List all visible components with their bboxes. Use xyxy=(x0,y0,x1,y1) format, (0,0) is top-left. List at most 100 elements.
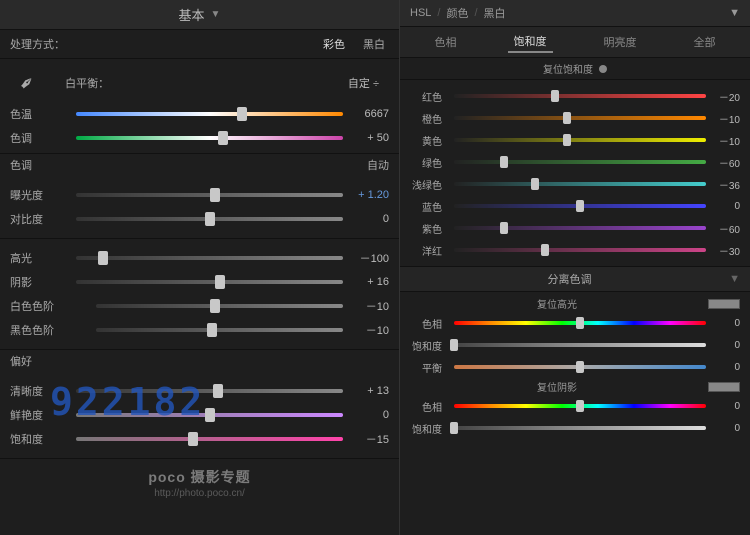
balance-slider[interactable] xyxy=(454,361,706,373)
saturation-row: 饱和度 －15 xyxy=(10,428,389,450)
shadow-sat-thumb[interactable] xyxy=(450,422,458,434)
exposure-thumb[interactable] xyxy=(210,188,220,202)
right-panel: HSL / 颜色 / 黑白 ▼ 色相 饱和度 明亮度 全部 复位饱和度 红色 －… xyxy=(400,0,750,535)
shadow-sat-slider[interactable] xyxy=(454,422,706,434)
wb-value[interactable]: 自定 ÷ xyxy=(348,75,379,91)
balance-thumb[interactable] xyxy=(576,361,584,373)
temp-row: 色温 6667 xyxy=(10,103,389,125)
channel-green: 绿色 －60 xyxy=(410,152,740,172)
temp-thumb[interactable] xyxy=(237,107,247,121)
channel-orange-slider[interactable] xyxy=(454,112,706,124)
tint-value: + 50 xyxy=(349,132,389,144)
highlights-track xyxy=(76,256,343,260)
vibrance-slider[interactable] xyxy=(76,408,343,422)
channel-magenta-value: －30 xyxy=(712,243,740,258)
tab-all[interactable]: 全部 xyxy=(688,32,722,52)
hsl-section-header: HSL / 颜色 / 黑白 ▼ xyxy=(400,0,750,27)
split-hue-label: 色相 xyxy=(410,316,448,331)
tone-auto[interactable]: 自动 xyxy=(367,157,389,173)
basic-arrow[interactable]: ▼ xyxy=(211,9,221,20)
whites-thumb[interactable] xyxy=(210,299,220,313)
shadows-slider[interactable] xyxy=(76,275,343,289)
saturation-slider[interactable] xyxy=(76,432,343,446)
watermark-container: poco 摄影专题 http://photo.poco.cn/ xyxy=(0,459,399,507)
reset-highlight-row: 复位高光 xyxy=(410,296,740,311)
processing-options: 彩色 黑白 xyxy=(319,35,389,53)
vibrance-thumb[interactable] xyxy=(205,408,215,422)
watermark-text: poco 摄影专题 xyxy=(10,467,389,487)
processing-label: 处理方式： xyxy=(10,36,65,52)
split-hue-thumb[interactable] xyxy=(576,317,584,329)
tab-saturation[interactable]: 饱和度 xyxy=(508,31,553,53)
watermark-url: http://photo.poco.cn/ xyxy=(10,488,389,499)
tint-label: 色调 xyxy=(10,130,70,146)
vibrance-label: 鲜艳度 xyxy=(10,407,70,423)
temp-slider[interactable] xyxy=(76,107,343,121)
channel-green-thumb[interactable] xyxy=(500,156,508,168)
tab-hue[interactable]: 色相 xyxy=(429,32,463,52)
split-sat-thumb[interactable] xyxy=(450,339,458,351)
shadows-value: + 16 xyxy=(349,276,389,288)
split-sat-row: 饱和度 0 xyxy=(410,335,740,355)
channel-purple-label: 紫色 xyxy=(410,221,448,236)
split-toning-title: 分离色调 xyxy=(410,271,729,287)
channel-magenta-slider[interactable] xyxy=(454,244,706,256)
wb-label: 白平衡： xyxy=(65,75,109,91)
balance-value: 0 xyxy=(712,362,740,373)
highlights-slider[interactable] xyxy=(76,251,343,265)
clarity-label: 清晰度 xyxy=(10,383,70,399)
processing-color[interactable]: 彩色 xyxy=(319,35,349,53)
channel-red-thumb[interactable] xyxy=(551,90,559,102)
channel-green-slider[interactable] xyxy=(454,156,706,168)
saturation-track xyxy=(76,437,343,441)
channel-red-slider[interactable] xyxy=(454,90,706,102)
whites-value: －10 xyxy=(349,298,389,314)
tint-thumb[interactable] xyxy=(218,131,228,145)
channel-aqua-slider[interactable] xyxy=(454,178,706,190)
saturation-value: －15 xyxy=(349,431,389,447)
channel-orange-thumb[interactable] xyxy=(563,112,571,124)
shadow-hue-slider[interactable] xyxy=(454,400,706,412)
balance-label: 平衡 xyxy=(410,360,448,375)
channel-orange-label: 橙色 xyxy=(410,111,448,126)
shadows-thumb[interactable] xyxy=(215,275,225,289)
split-toning-arrow[interactable]: ▼ xyxy=(729,273,740,285)
clarity-thumb[interactable] xyxy=(213,384,223,398)
channel-aqua-value: －36 xyxy=(712,177,740,192)
whites-slider[interactable] xyxy=(96,299,343,313)
saturation-thumb[interactable] xyxy=(188,432,198,446)
split-sat-slider[interactable] xyxy=(454,339,706,351)
reset-shadow-label[interactable]: 复位阴影 xyxy=(410,379,704,394)
hsl-bw: 黑白 xyxy=(484,5,506,21)
hsl-sep1: / xyxy=(437,7,440,19)
reset-label[interactable]: 复位饱和度 xyxy=(543,61,593,76)
tint-slider[interactable] xyxy=(76,131,343,145)
blacks-thumb[interactable] xyxy=(207,323,217,337)
exposure-slider[interactable] xyxy=(76,188,343,202)
channel-blue-slider[interactable] xyxy=(454,200,706,212)
split-hue-slider[interactable] xyxy=(454,317,706,329)
eyedropper-icon[interactable]: ✒ xyxy=(15,70,41,96)
shadow-hue-thumb[interactable] xyxy=(576,400,584,412)
highlights-thumb[interactable] xyxy=(98,251,108,265)
split-toning-body: 复位高光 色相 0 饱和度 0 xyxy=(400,292,750,444)
processing-bw[interactable]: 黑白 xyxy=(359,35,389,53)
contrast-thumb[interactable] xyxy=(205,212,215,226)
channel-blue-thumb[interactable] xyxy=(576,200,584,212)
channel-yellow-thumb[interactable] xyxy=(563,134,571,146)
contrast-slider[interactable] xyxy=(76,212,343,226)
channel-magenta-thumb[interactable] xyxy=(541,244,549,256)
channel-yellow-slider[interactable] xyxy=(454,134,706,146)
channel-purple-thumb[interactable] xyxy=(500,222,508,234)
channel-purple-slider[interactable] xyxy=(454,222,706,234)
blacks-value: －10 xyxy=(349,322,389,338)
channel-aqua-thumb[interactable] xyxy=(531,178,539,190)
highlight-color-box[interactable] xyxy=(708,299,740,309)
channel-purple-value: －60 xyxy=(712,221,740,236)
shadow-color-box[interactable] xyxy=(708,382,740,392)
reset-highlight-label[interactable]: 复位高光 xyxy=(410,296,704,311)
clarity-slider[interactable] xyxy=(76,384,343,398)
hsl-arrow[interactable]: ▼ xyxy=(729,7,740,19)
tab-luminance[interactable]: 明亮度 xyxy=(598,32,643,52)
blacks-slider[interactable] xyxy=(96,323,343,337)
